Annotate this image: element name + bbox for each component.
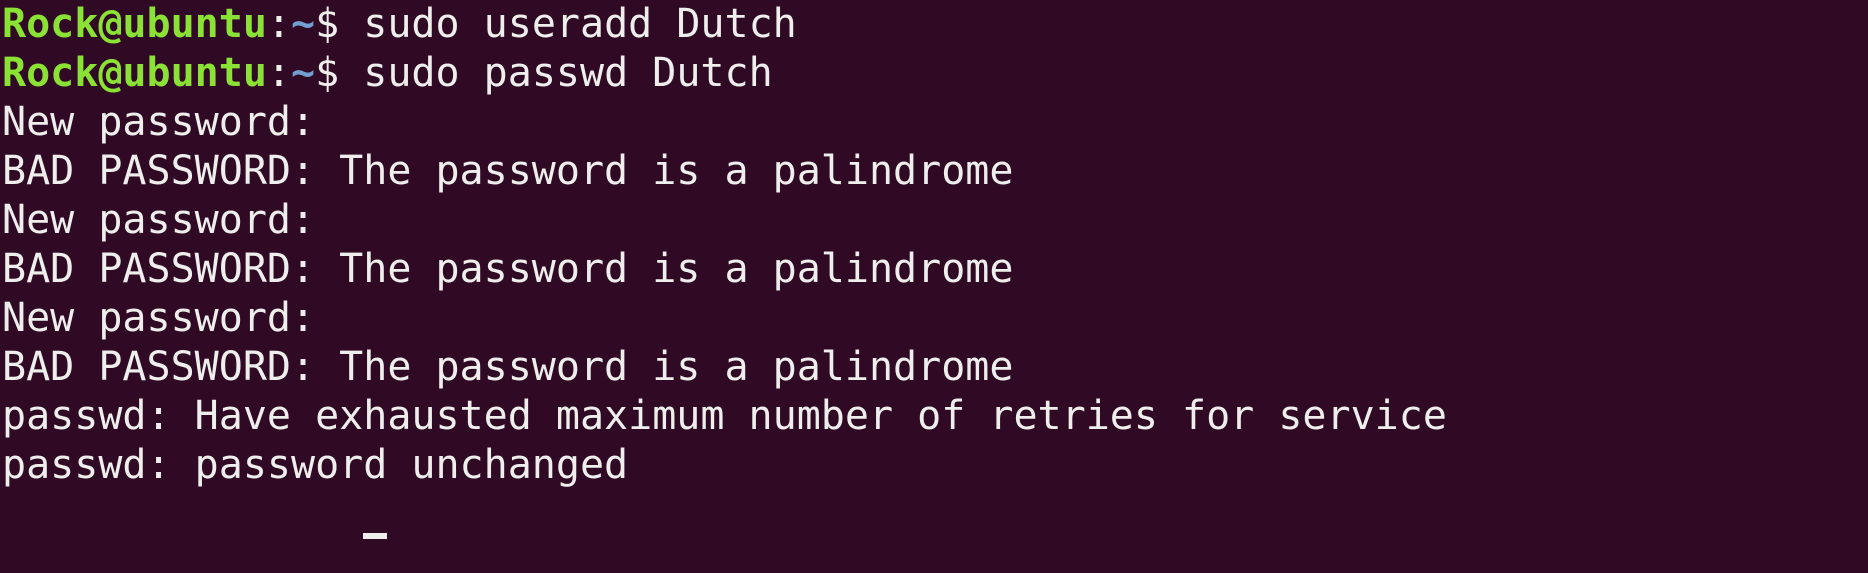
output-line: New password:: [2, 197, 316, 243]
prompt-symbol: $: [315, 1, 364, 47]
output-line: BAD PASSWORD: The password is a palindro…: [2, 148, 1014, 194]
prompt-user: Rock@ubuntu: [2, 50, 267, 96]
cursor-line: [2, 490, 1868, 539]
output-line: passwd: password unchanged: [2, 442, 629, 488]
output-line: BAD PASSWORD: The password is a palindro…: [2, 344, 1014, 390]
prompt-user: Rock@ubuntu: [2, 1, 267, 47]
terminal-window[interactable]: Rock@ubuntu:~$ sudo useradd Dutch Rock@u…: [0, 0, 1868, 573]
prompt-separator: :: [266, 50, 291, 96]
prompt-symbol: $: [315, 50, 364, 96]
text-cursor: [363, 533, 388, 539]
command-text: sudo useradd Dutch: [363, 1, 797, 47]
prompt-path: ~: [291, 50, 316, 96]
command-text: sudo passwd Dutch: [363, 50, 773, 96]
prompt-path: ~: [291, 1, 316, 47]
prompt-separator: :: [266, 1, 291, 47]
output-line: New password:: [2, 295, 316, 341]
output-line: passwd: Have exhausted maximum number of…: [2, 393, 1447, 439]
command-line: Rock@ubuntu:~$ sudo useradd Dutch: [2, 0, 1868, 49]
output-line: BAD PASSWORD: The password is a palindro…: [2, 246, 1014, 292]
output-line: New password:: [2, 99, 316, 145]
command-line: Rock@ubuntu:~$ sudo passwd Dutch: [2, 49, 1868, 98]
